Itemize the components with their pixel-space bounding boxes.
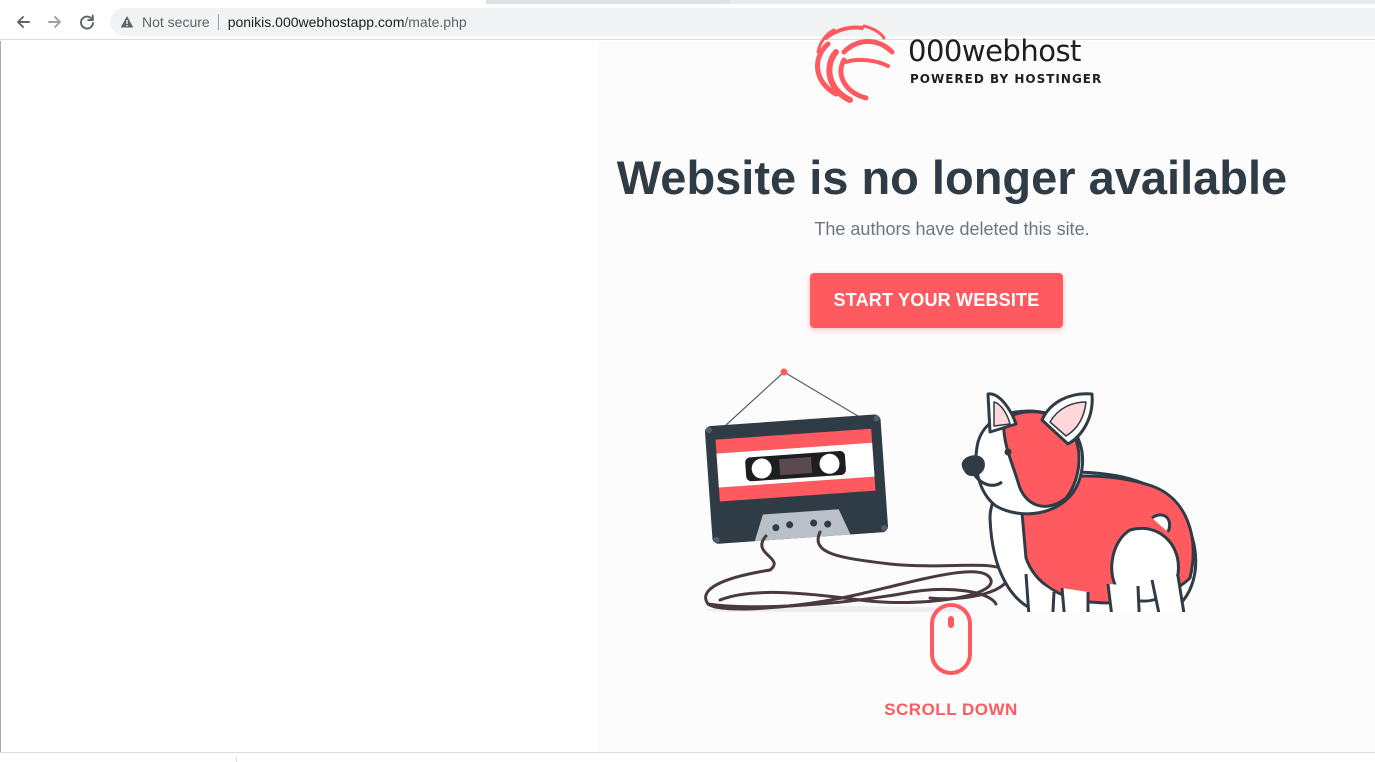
logo[interactable]: 000webhost POWERED BY HOSTINGER [806,22,1106,104]
start-website-button[interactable]: START YOUR WEBSITE [810,273,1063,328]
url-host: ponikis.000webhostapp.com [227,14,405,30]
address-bar[interactable]: Not secure ponikis.000webhostapp.com/mat… [110,8,1375,36]
bottom-divider [236,757,237,762]
bottom-bar [0,752,1375,762]
forward-button[interactable] [40,7,70,37]
scroll-down-label[interactable]: SCROLL DOWN [851,700,1051,720]
page-subtitle: The authors have deleted this site. [814,219,1090,239]
logo-wordmark: 000webhost [908,34,1081,68]
cassette-and-corgi-illustration [704,368,1198,612]
reload-button[interactable] [72,7,102,37]
back-button[interactable] [8,7,38,37]
logo-tagline: POWERED BY HOSTINGER [910,72,1103,86]
omnibox-divider [217,14,219,30]
arrow-right-icon [48,16,61,28]
reload-icon [80,14,94,30]
mouse-icon[interactable] [929,602,973,676]
swirl-logo-icon [815,24,895,103]
page-title: Website is no longer available [616,151,1288,204]
url-text[interactable]: ponikis.000webhostapp.com/mate.php [228,14,467,30]
url-path: /mate.php [404,14,467,30]
security-label[interactable]: Not secure [142,14,210,30]
arrow-left-icon [17,16,30,28]
warning-triangle-icon[interactable] [120,15,134,29]
browser-toolbar: Not secure ponikis.000webhostapp.com/mat… [0,4,1375,40]
